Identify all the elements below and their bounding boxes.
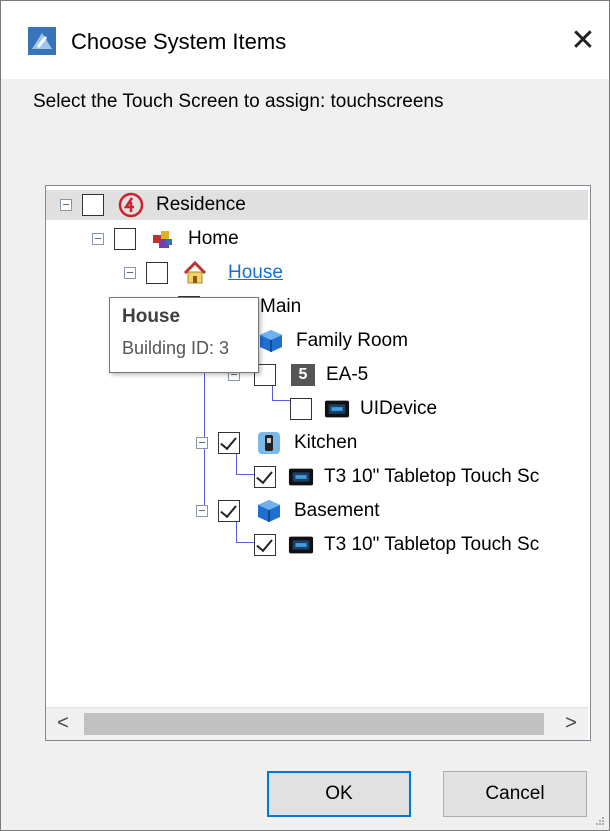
checkbox-basement[interactable] [218, 500, 240, 522]
node-label: Kitchen [294, 432, 358, 453]
collapse-toggle[interactable] [196, 437, 208, 449]
close-icon[interactable]: ✕ [561, 19, 605, 63]
node-label: T3 10" Tabletop Touch Sc [324, 534, 540, 555]
room-cube-icon [256, 498, 282, 524]
node-label: Family Room [296, 330, 408, 351]
node-label: UIDevice [360, 398, 438, 419]
tree-node-residence[interactable]: Residence [46, 190, 588, 220]
scroll-thumb[interactable] [84, 713, 544, 735]
collapse-toggle[interactable] [124, 267, 136, 279]
node-label: EA-5 [326, 364, 369, 385]
collapse-toggle[interactable] [92, 233, 104, 245]
control4-logo-icon [118, 192, 144, 218]
checkbox-kitchen[interactable] [218, 432, 240, 454]
ui-device-icon [324, 396, 350, 422]
dialog-window: Choose System Items ✕ Select the Touch S… [0, 0, 610, 831]
scroll-left-icon[interactable]: < [48, 708, 78, 740]
scroll-right-icon[interactable]: > [556, 708, 586, 740]
checkbox-uidevice[interactable] [290, 398, 312, 420]
checkbox-house[interactable] [146, 262, 168, 284]
horizontal-scrollbar[interactable]: < > [46, 707, 588, 740]
checkbox-basement-touchscreen[interactable] [254, 534, 276, 556]
tooltip-body: Building ID: 3 [122, 338, 230, 358]
controller-icon: 5 [290, 362, 316, 388]
node-label: Main [260, 296, 302, 317]
title-bar[interactable]: Choose System Items ✕ [1, 1, 609, 79]
collapse-toggle[interactable] [196, 505, 208, 517]
touchscreen-icon [288, 464, 314, 490]
checkbox-residence[interactable] [82, 194, 104, 216]
instruction-text: Select the Touch Screen to assign: touch… [33, 91, 444, 112]
building-tooltip: House Building ID: 3 [109, 297, 259, 373]
cancel-button[interactable]: Cancel [443, 771, 587, 817]
node-label: Home [188, 228, 239, 249]
tree-node-basement-touchscreen[interactable]: T3 10" Tabletop Touch Sc [46, 530, 586, 560]
node-label: Basement [294, 500, 380, 521]
node-label-link[interactable]: House [228, 262, 283, 284]
room-cube-icon [258, 328, 284, 354]
tree-node-kitchen-touchscreen[interactable]: T3 10" Tabletop Touch Sc [46, 462, 586, 492]
dialog-title: Choose System Items [71, 29, 287, 54]
tree-node-home[interactable]: Home [46, 224, 586, 254]
node-label: T3 10" Tabletop Touch Sc [324, 466, 540, 487]
tree-node-uidevice[interactable]: UIDevice [46, 394, 586, 424]
resize-grip-icon[interactable] [595, 816, 605, 826]
house-icon [182, 260, 208, 286]
node-label: Residence [156, 194, 246, 215]
kitchen-room-icon [256, 430, 282, 456]
tree-node-basement[interactable]: Basement [46, 496, 586, 526]
touchscreen-icon [288, 532, 314, 558]
checkbox-kitchen-touchscreen[interactable] [254, 466, 276, 488]
ok-button[interactable]: OK [267, 771, 411, 817]
checkbox-home[interactable] [114, 228, 136, 250]
home-cubes-icon [150, 226, 176, 252]
system-tree[interactable]: Residence Home House Main Family Room 5 … [45, 185, 591, 741]
tooltip-title: House [122, 306, 181, 327]
tree-node-kitchen[interactable]: Kitchen [46, 428, 586, 458]
app-logo-icon [28, 27, 56, 55]
collapse-toggle[interactable] [60, 199, 72, 211]
tree-node-house[interactable]: House [46, 258, 586, 288]
